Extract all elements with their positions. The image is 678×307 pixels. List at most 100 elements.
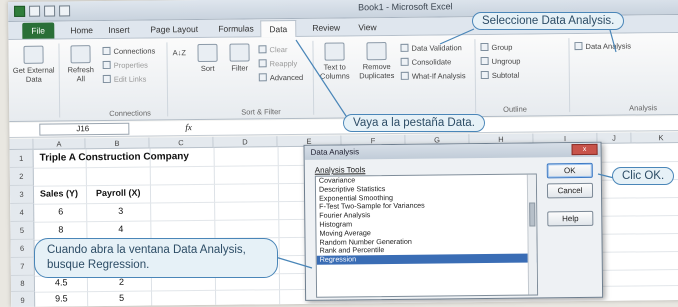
connections-group-label: Connections bbox=[109, 108, 151, 118]
row-header[interactable]: 4 bbox=[10, 203, 35, 222]
refresh-icon bbox=[70, 45, 91, 64]
row-header[interactable]: 2 bbox=[9, 167, 34, 186]
select-all-corner[interactable] bbox=[9, 138, 34, 150]
outline-group-label: Outline bbox=[503, 104, 527, 114]
connections-button[interactable]: Connections bbox=[102, 46, 155, 56]
dialog-title: Data Analysis bbox=[304, 142, 601, 160]
consolidate-button[interactable]: Consolidate bbox=[400, 57, 451, 67]
database-icon bbox=[23, 45, 44, 64]
data-validation-icon bbox=[400, 43, 409, 52]
dialog-close-button[interactable]: x bbox=[571, 143, 598, 156]
what-if-analysis-button[interactable]: What-If Analysis bbox=[400, 71, 466, 81]
tab-formulas[interactable]: Formulas bbox=[214, 22, 258, 34]
cell-b9[interactable]: 5 bbox=[119, 293, 124, 303]
tab-review[interactable]: Review bbox=[308, 21, 344, 33]
column-header[interactable]: K bbox=[631, 131, 678, 144]
clear-button[interactable]: Clear bbox=[258, 45, 287, 54]
gridline bbox=[213, 147, 217, 307]
data-analysis-button[interactable]: Data Analysis bbox=[574, 41, 631, 51]
remove-duplicates-button[interactable]: Remove Duplicates bbox=[356, 42, 396, 80]
filter-funnel-icon bbox=[229, 43, 250, 62]
scrollbar-thumb[interactable] bbox=[529, 202, 536, 227]
column-header[interactable]: A bbox=[33, 138, 86, 150]
properties-button[interactable]: Properties bbox=[102, 60, 148, 70]
group-separator bbox=[58, 43, 61, 118]
undo-icon[interactable] bbox=[44, 5, 56, 17]
row-header[interactable]: 9 bbox=[11, 291, 36, 307]
row-header[interactable]: 7 bbox=[10, 257, 35, 276]
group-separator bbox=[312, 40, 315, 115]
sort-icon bbox=[197, 43, 218, 63]
row-header[interactable]: 5 bbox=[10, 221, 35, 240]
tab-page-layout[interactable]: Page Layout bbox=[146, 23, 202, 36]
window-title: Book1 - Microsoft Excel bbox=[358, 1, 453, 13]
filter-button[interactable]: Filter bbox=[226, 43, 252, 73]
column-header[interactable]: C bbox=[149, 136, 214, 149]
data-validation-button[interactable]: Data Validation bbox=[400, 43, 462, 53]
cell-a9[interactable]: 9.5 bbox=[55, 293, 68, 303]
tab-file[interactable]: File bbox=[22, 22, 55, 39]
sheet-title[interactable]: Triple A Construction Company bbox=[40, 151, 189, 164]
cancel-button[interactable]: Cancel bbox=[546, 182, 594, 199]
group-separator bbox=[166, 42, 169, 117]
cell-b8[interactable]: 2 bbox=[119, 277, 124, 287]
sort-button[interactable]: Sort bbox=[194, 43, 220, 73]
ribbon: Get External Data Refresh All Connection… bbox=[8, 32, 678, 122]
header-sales[interactable]: Sales (Y) bbox=[40, 188, 78, 198]
refresh-all-label: Refresh All bbox=[67, 65, 94, 84]
row-header[interactable]: 3 bbox=[9, 185, 35, 204]
row-header[interactable]: 1 bbox=[9, 149, 34, 168]
ungroup-button[interactable]: Ungroup bbox=[480, 56, 520, 66]
data-analysis-icon bbox=[574, 41, 583, 51]
group-button[interactable]: Group bbox=[480, 43, 512, 52]
ok-button[interactable]: OK bbox=[546, 162, 593, 179]
tab-insert[interactable]: Insert bbox=[104, 24, 133, 36]
cell-a3[interactable]: 6 bbox=[58, 206, 63, 216]
excel-logo-icon bbox=[14, 5, 26, 17]
fx-icon[interactable]: fx bbox=[185, 122, 192, 132]
tab-home[interactable]: Home bbox=[66, 24, 97, 36]
header-payroll[interactable]: Payroll (X) bbox=[96, 188, 141, 198]
ungroup-icon bbox=[480, 56, 489, 66]
column-header[interactable]: D bbox=[213, 136, 278, 148]
list-scrollbar[interactable] bbox=[526, 174, 538, 295]
analysis-tool-item[interactable]: Regression bbox=[316, 253, 537, 265]
help-button[interactable]: Help bbox=[547, 210, 594, 227]
sort-filter-group-label: Sort & Filter bbox=[241, 107, 281, 117]
advanced-button[interactable]: Advanced bbox=[258, 73, 303, 82]
gridline bbox=[277, 147, 281, 307]
cell-a4[interactable]: 8 bbox=[58, 224, 63, 234]
data-analysis-dialog: Data Analysis x Analysis Tools Covarianc… bbox=[303, 141, 604, 301]
column-header[interactable]: B bbox=[85, 137, 150, 150]
name-box[interactable]: J16 bbox=[39, 122, 130, 136]
text-to-columns-button[interactable]: Text to Columns bbox=[316, 42, 352, 81]
subtotal-button[interactable]: Subtotal bbox=[480, 71, 519, 80]
row-header[interactable]: 6 bbox=[10, 239, 35, 258]
callout-data-analysis: Seleccione Data Analysis. bbox=[472, 12, 625, 30]
group-separator bbox=[474, 39, 477, 114]
redo-icon[interactable] bbox=[59, 5, 71, 17]
row-header[interactable]: 8 bbox=[10, 275, 36, 292]
sort-az-button[interactable]: A↓Z bbox=[172, 48, 185, 57]
get-external-data-button[interactable]: Get External Data bbox=[12, 45, 55, 84]
analysis-tools-list[interactable]: Covariance Descriptive Statistics Exponent… bbox=[314, 173, 539, 298]
gridline bbox=[149, 148, 153, 307]
column-header[interactable]: J bbox=[597, 132, 632, 144]
properties-icon bbox=[102, 60, 111, 70]
cell-a8[interactable]: 4.5 bbox=[55, 277, 68, 287]
tab-data[interactable]: Data bbox=[260, 19, 297, 38]
tab-view[interactable]: View bbox=[354, 21, 380, 33]
connections-icon bbox=[102, 46, 111, 56]
save-icon[interactable] bbox=[29, 5, 41, 17]
reapply-button[interactable]: Reapply bbox=[258, 59, 297, 68]
cell-b3[interactable]: 3 bbox=[118, 206, 123, 216]
cell-b4[interactable]: 4 bbox=[118, 224, 123, 234]
remove-duplicates-icon bbox=[366, 42, 387, 61]
callout-data-tab: Vaya a la pestaña Data. bbox=[343, 114, 485, 132]
callout-ok: Clic OK. bbox=[612, 167, 675, 185]
reapply-icon bbox=[258, 59, 267, 68]
get-external-data-label: Get External Data bbox=[12, 65, 55, 84]
refresh-all-button[interactable]: Refresh All bbox=[62, 45, 98, 83]
edit-links-button[interactable]: Edit Links bbox=[102, 75, 146, 84]
text-to-columns-icon bbox=[324, 42, 345, 61]
